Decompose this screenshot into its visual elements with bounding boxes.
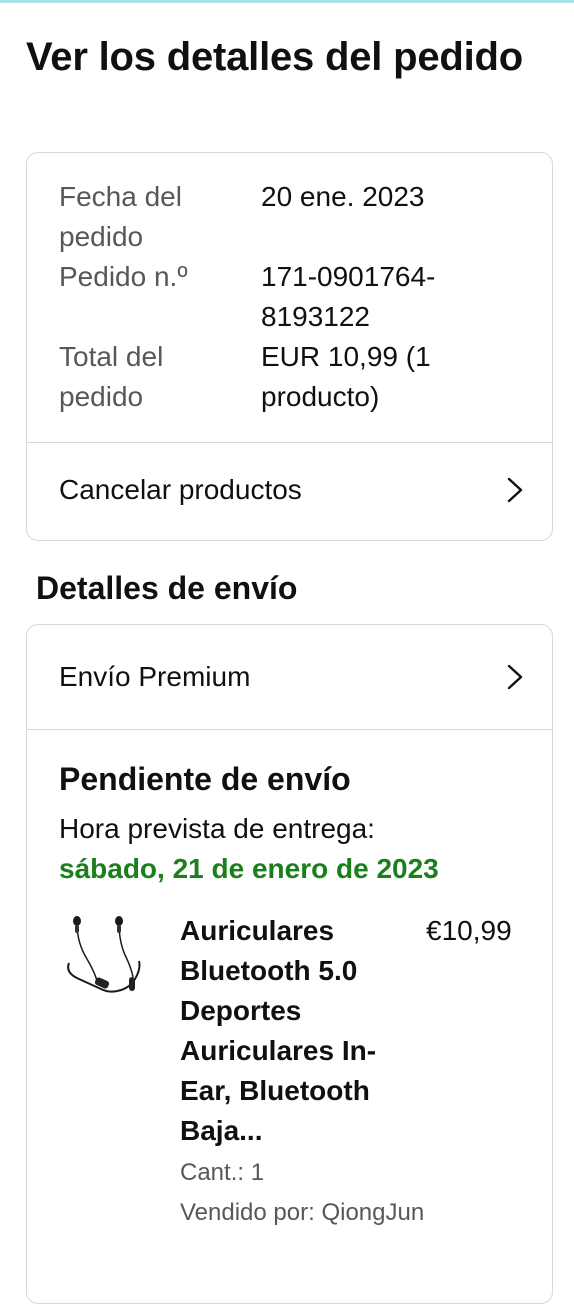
chevron-right-icon <box>507 664 523 690</box>
product-quantity: Cant.: 1 <box>180 1159 265 1186</box>
order-number-label: Pedido n.º <box>59 261 188 292</box>
divider <box>27 729 552 730</box>
order-date-value: 20 ene. 2023 <box>261 181 425 212</box>
page-title: Ver los detalles del pedido <box>26 35 523 79</box>
chevron-right-icon <box>507 477 523 503</box>
shipping-details-heading: Detalles de envío <box>36 570 298 606</box>
eta-label: Hora prevista de entrega: <box>59 813 375 844</box>
cancel-products-button[interactable]: Cancelar productos <box>27 442 552 538</box>
shipping-method-label: Envío Premium <box>59 661 251 692</box>
product-price: €10,99 <box>426 915 512 946</box>
order-total-value: EUR 10,99 (1 producto) <box>261 341 431 412</box>
order-number-value: 171-0901764-8193122 <box>261 261 436 332</box>
top-accent-bar <box>0 0 574 3</box>
shipment-status: Pendiente de envío <box>59 761 351 797</box>
neckband-earphones-image[interactable] <box>63 913 147 1005</box>
product-title-link[interactable]: Auriculares Bluetooth 5.0 Deportes Auric… <box>180 911 408 1151</box>
cancel-products-label: Cancelar productos <box>59 474 302 505</box>
product-seller: Vendido por: QiongJun <box>180 1199 425 1226</box>
shipping-method-button[interactable]: Envío Premium <box>27 625 552 729</box>
order-total-label: Total del pedido <box>59 341 164 412</box>
order-date-label: Fecha del pedido <box>59 181 182 252</box>
shipping-card: Envío Premium Pendiente de envío Hora pr… <box>26 624 553 1304</box>
eta-date: sábado, 21 de enero de 2023 <box>59 853 439 884</box>
order-summary-card: Fecha del pedido 20 ene. 2023 Pedido n.º… <box>26 152 553 541</box>
